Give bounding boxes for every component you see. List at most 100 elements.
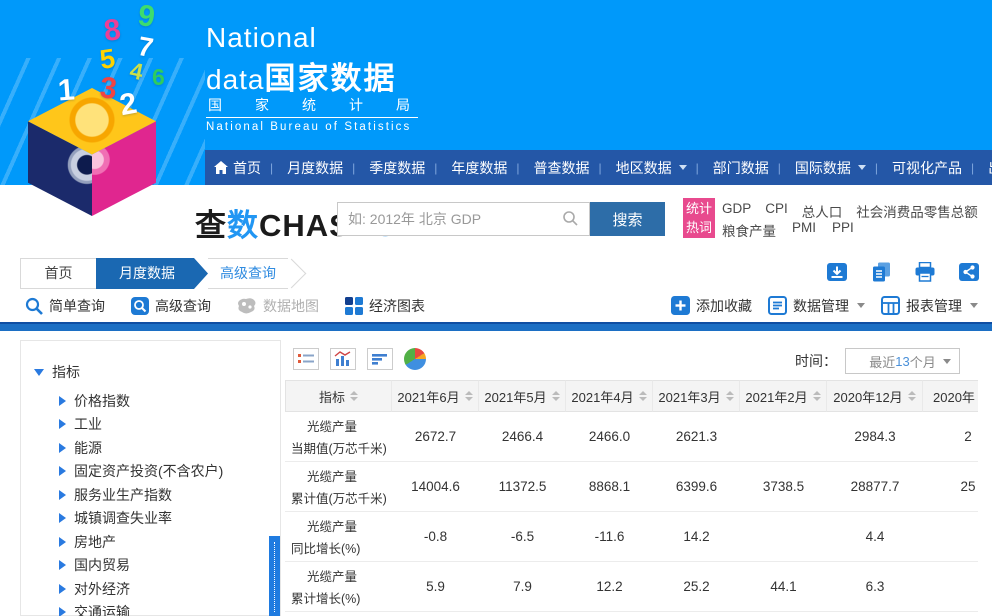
- nav-item-home[interactable]: 首页: [214, 158, 261, 178]
- row-label: 光缆产量: [285, 466, 357, 485]
- data-map-button[interactable]: 数据地图: [237, 296, 319, 316]
- copy-button[interactable]: [870, 262, 892, 282]
- tree-item-foreign-economy[interactable]: 对外经济: [59, 577, 280, 601]
- data-management-dropdown[interactable]: 数据管理: [768, 296, 865, 316]
- nav-item-visualization[interactable]: 可视化产品: [866, 158, 962, 178]
- table-row: 光缆产量累计值(万芯千米) 14004.6 11372.5 8868.1 639…: [285, 462, 978, 512]
- list-view-button[interactable]: [293, 348, 319, 370]
- caret-down-icon: [679, 165, 687, 170]
- cell: -0.8: [392, 512, 479, 561]
- sort-icon: [552, 391, 560, 401]
- share-icon: [958, 262, 980, 282]
- caret-down-icon: [858, 165, 866, 170]
- hot-word-gdp[interactable]: GDP: [722, 201, 751, 221]
- search-input[interactable]: [337, 202, 590, 236]
- tree-item-service-index[interactable]: 服务业生产指数: [59, 483, 280, 507]
- cell: [740, 512, 827, 561]
- pie-chart-view-button[interactable]: [404, 348, 426, 370]
- cell: 2466.0: [566, 412, 653, 461]
- cell: 25.2: [653, 562, 740, 611]
- search-button[interactable]: 搜索: [590, 202, 665, 236]
- row-label: 光缆产量: [285, 516, 357, 535]
- hot-word-ppi[interactable]: PPI: [832, 220, 854, 240]
- tree-item-domestic-trade[interactable]: 国内贸易: [59, 554, 280, 578]
- cell: 14.2: [653, 512, 740, 561]
- column-header-2020-12[interactable]: 2020年12月: [827, 380, 923, 412]
- tree-collapsed-icon: [59, 443, 66, 453]
- tree-collapsed-icon: [59, 466, 66, 476]
- table-row: 光缆产量累计增长(%) 5.9 7.9 12.2 25.2 44.1 6.3: [285, 562, 978, 612]
- cell: 11372.5: [479, 462, 566, 511]
- view-switcher: [293, 348, 426, 370]
- hot-words-row1: GDP CPI 总人口 社会消费品零售总额: [722, 201, 978, 221]
- row-label: 光缆产量: [285, 416, 357, 435]
- row-label: 光缆产量: [285, 566, 357, 585]
- economic-charts-button[interactable]: 经济图表: [345, 296, 425, 316]
- logo-digit: 1: [57, 73, 76, 108]
- download-button[interactable]: [826, 262, 848, 282]
- add-favorite-button[interactable]: 添加收藏: [671, 296, 752, 316]
- table-row: 光缆产量同比增长(%) -0.8 -6.5 -11.6 14.2 4.4: [285, 512, 978, 562]
- indicator-sidebar: 指标 价格指数 工业 能源 固定资产投资(不含农户) 服务业生产指数 城镇调查失…: [20, 340, 281, 616]
- tree-item-transport[interactable]: 交通运输: [59, 601, 280, 616]
- logo-digit: 9: [136, 0, 157, 35]
- hbar-view-button[interactable]: [367, 348, 393, 370]
- nav-item-annual[interactable]: 年度数据: [425, 158, 507, 178]
- advanced-query-button[interactable]: 高级查询: [131, 296, 211, 316]
- column-header-2021-06[interactable]: 2021年6月: [392, 380, 479, 412]
- table-grid-icon: [881, 296, 900, 315]
- tree-collapsed-icon: [59, 419, 66, 429]
- sort-icon: [639, 391, 647, 401]
- nav-item-publications[interactable]: 出版物: [962, 158, 992, 178]
- cell: 28877.7: [827, 462, 923, 511]
- nav-item-regional[interactable]: 地区数据: [590, 158, 687, 178]
- site-title-line1: National: [206, 22, 317, 54]
- print-button[interactable]: [914, 262, 936, 282]
- hot-word-grain[interactable]: 粮食产量: [722, 220, 776, 240]
- tree-collapsed-icon: [59, 607, 66, 616]
- tree-root-indicator[interactable]: 指标: [34, 361, 280, 383]
- report-management-dropdown[interactable]: 报表管理: [881, 296, 978, 316]
- hot-word-population[interactable]: 总人口: [802, 201, 843, 221]
- nav-item-census[interactable]: 普查数据: [507, 158, 589, 178]
- column-header-indicator[interactable]: 指标: [285, 380, 392, 412]
- hot-word-pmi[interactable]: PMI: [792, 220, 816, 240]
- tree-item-real-estate[interactable]: 房地产: [59, 530, 280, 554]
- nav-item-monthly[interactable]: 月度数据: [261, 158, 343, 178]
- search-icon: [562, 210, 578, 231]
- tree-item-unemployment[interactable]: 城镇调查失业率: [59, 507, 280, 531]
- tree-item-energy[interactable]: 能源: [59, 436, 280, 460]
- column-header-2020-partial[interactable]: 2020年: [923, 380, 978, 412]
- breadcrumb-tab-home[interactable]: 首页: [20, 258, 96, 289]
- hot-word-cpi[interactable]: CPI: [765, 201, 788, 221]
- hot-word-retail[interactable]: 社会消费品零售总额: [856, 201, 978, 221]
- cell: -6.5: [479, 512, 566, 561]
- nav-item-international[interactable]: 国际数据: [769, 158, 866, 178]
- hbar-view-icon: [371, 352, 389, 366]
- sort-icon: [726, 391, 734, 401]
- tree-item-fixed-investment[interactable]: 固定资产投资(不含农户): [59, 460, 280, 484]
- cell: 14004.6: [392, 462, 479, 511]
- column-header-2021-05[interactable]: 2021年5月: [479, 380, 566, 412]
- table-row: 光缆产量当期值(万芯千米) 2672.7 2466.4 2466.0 2621.…: [285, 412, 978, 462]
- tree-item-industry[interactable]: 工业: [59, 413, 280, 437]
- simple-query-button[interactable]: 简单查询: [25, 296, 105, 316]
- sort-icon: [350, 391, 358, 401]
- site-logo: 9 8 7 5 4 6 1 3 2: [0, 0, 205, 185]
- column-header-2021-03[interactable]: 2021年3月: [653, 380, 740, 412]
- time-range-select[interactable]: 最近13个月: [845, 348, 960, 374]
- map-icon: [237, 297, 257, 315]
- breadcrumb-tab-monthly-active[interactable]: 月度数据: [96, 258, 208, 289]
- tree-expanded-icon: [34, 369, 44, 376]
- tree-collapsed-icon: [59, 560, 66, 570]
- tree-item-price-index[interactable]: 价格指数: [59, 389, 280, 413]
- cell: 2621.3: [653, 412, 740, 461]
- column-header-2021-04[interactable]: 2021年4月: [566, 380, 653, 412]
- hot-words-badge: 统计 热词: [683, 198, 715, 238]
- nav-item-departmental[interactable]: 部门数据: [687, 158, 769, 178]
- bar-chart-view-button[interactable]: [330, 348, 356, 370]
- nav-item-quarterly[interactable]: 季度数据: [343, 158, 425, 178]
- share-button[interactable]: [958, 262, 980, 282]
- column-header-2021-02[interactable]: 2021年2月: [740, 380, 827, 412]
- sidebar-scrollbar-thumb[interactable]: [269, 536, 280, 616]
